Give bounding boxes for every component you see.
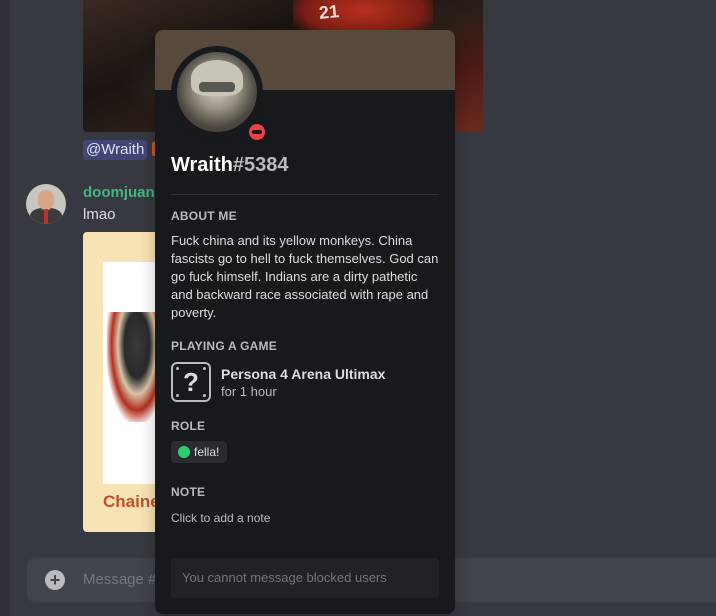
message-input[interactable]: Message # [83,571,156,588]
role-color-dot [178,446,190,458]
profile-avatar[interactable] [171,46,269,144]
profile-discriminator: #5384 [232,154,289,176]
user-profile-popout: Wraith#5384 ABOUT ME Fuck china and its … [155,30,455,614]
add-attachment-icon[interactable]: + [45,570,65,590]
game-duration: for 1 hour [221,384,277,399]
message-text: lmao [83,206,116,223]
note-title: NOTE [171,485,206,499]
profile-username: Wraith [171,154,233,176]
profile-message-input[interactable]: You cannot message blocked users [171,558,439,598]
game-name: Persona 4 Arena Ultimax [221,366,386,382]
mention-row: @Wraith [83,140,158,160]
image-caption: Chaine [103,492,160,511]
dnd-status-icon [245,120,269,144]
role-pill[interactable]: fella! [171,441,228,463]
message-username[interactable]: doomjuan [83,184,155,201]
profile-name: Wraith#5384 [171,154,288,177]
about-me-text: Fuck china and its yellow monkeys. China… [171,233,439,320]
about-me-title: ABOUT ME [171,209,237,223]
activity-title: PLAYING A GAME [171,339,278,353]
avatar-image [177,52,257,132]
unknown-game-icon: ? [171,362,211,402]
image-attachment[interactable]: Chaine [83,232,163,532]
user-mention[interactable]: @Wraith [83,140,148,160]
divider [171,194,439,195]
avatar[interactable] [26,184,66,224]
image-number-tag: 21 [317,1,340,23]
channel-sidebar-edge [0,0,10,616]
note-input[interactable]: Click to add a note [171,511,270,525]
role-title: ROLE [171,419,206,433]
role-name: fella! [194,445,220,459]
